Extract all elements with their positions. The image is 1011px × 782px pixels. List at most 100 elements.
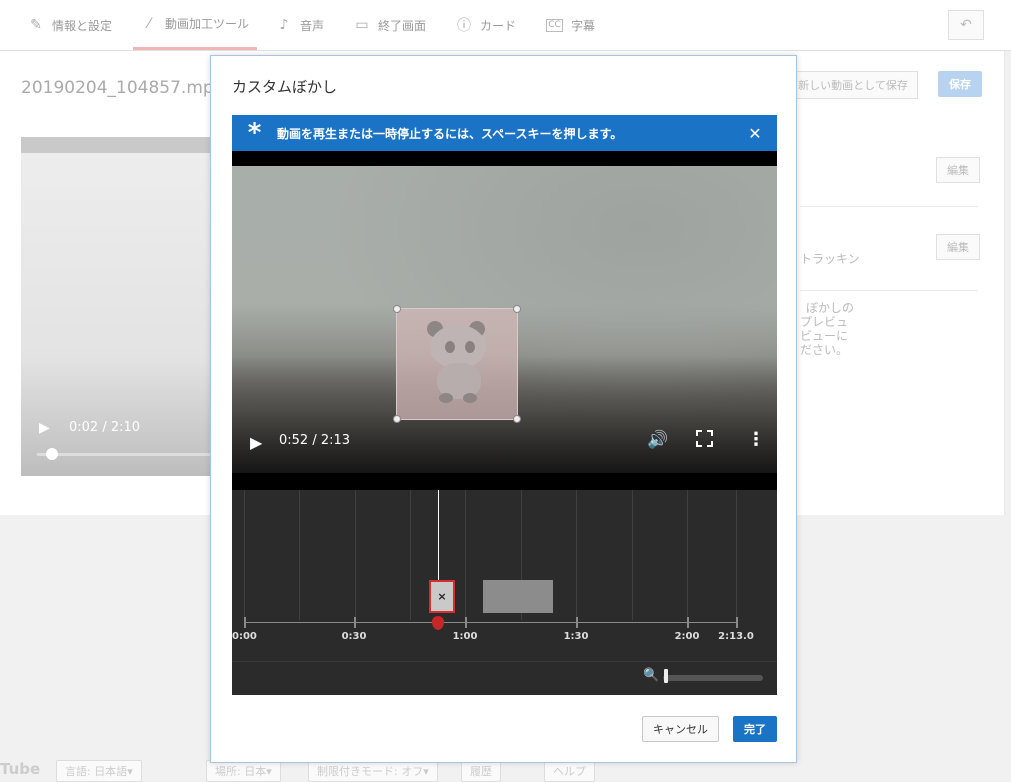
music-note-icon: ♪ xyxy=(279,17,289,33)
side-text-line: ビューに xyxy=(800,329,849,343)
restricted-label: 制限付きモード: オフ xyxy=(317,765,424,778)
play-icon[interactable]: ▶ xyxy=(250,433,262,452)
playhead-marker[interactable] xyxy=(432,616,444,630)
end-screen-icon: ▭ xyxy=(355,17,369,33)
fullscreen-icon[interactable] xyxy=(696,430,713,447)
more-options-icon[interactable]: ⋮ xyxy=(747,429,765,450)
blur-segment[interactable] xyxy=(483,580,553,613)
panda-eye xyxy=(445,341,455,353)
tab-subtitles[interactable]: CC 字幕 xyxy=(546,0,595,50)
side-text-line: ださい。 xyxy=(800,343,849,357)
timeline-tick xyxy=(244,617,246,628)
tracking-text: トラッキン xyxy=(800,252,860,266)
help-button[interactable]: ヘルプ xyxy=(544,760,595,782)
undo-icon: ↶ xyxy=(960,17,972,33)
timeline-gridline xyxy=(632,490,633,620)
tab-label: 情報と設定 xyxy=(52,18,113,33)
language-button[interactable]: 言語: 日本語 ▾ xyxy=(56,760,142,782)
youtube-logo[interactable]: Tube xyxy=(0,760,40,778)
background-progress-track[interactable] xyxy=(37,453,211,456)
timeline-tick xyxy=(465,617,467,628)
timeline-playhead[interactable] xyxy=(438,490,439,582)
resize-handle-bottom-right[interactable] xyxy=(513,415,521,423)
save-button[interactable]: 保存 xyxy=(938,71,982,97)
resize-handle-top-right[interactable] xyxy=(513,305,521,313)
timeline-label: 0:00 xyxy=(232,631,257,642)
timeline-divider xyxy=(232,661,777,662)
background-video-time: 0:02 / 2:10 xyxy=(69,420,141,435)
pencil-icon: ✎ xyxy=(30,17,42,33)
tab-audio[interactable]: ♪ 音声 xyxy=(276,0,324,50)
magic-wand-icon: ⁄ xyxy=(147,15,151,32)
dialog-title: カスタムぼかし xyxy=(232,78,338,96)
help-label: ヘルプ xyxy=(553,765,586,778)
location-button[interactable]: 場所: 日本 ▾ xyxy=(206,760,281,782)
side-text-line: ぼかしの xyxy=(806,301,855,315)
edit-button[interactable]: 編集 xyxy=(936,234,980,260)
restricted-mode-button[interactable]: 制限付きモード: オフ ▾ xyxy=(308,760,438,782)
edit-button[interactable]: 編集 xyxy=(936,157,980,183)
history-button[interactable]: 履歴 xyxy=(461,760,501,782)
blur-segment-selected[interactable]: × xyxy=(429,580,455,613)
info-icon: ⓘ xyxy=(457,18,471,34)
undo-button[interactable]: ↶ xyxy=(948,10,984,40)
play-icon[interactable]: ▶ xyxy=(39,420,50,436)
file-title: 20190204_104857.mp4 xyxy=(21,78,225,98)
zoom-slider-knob[interactable] xyxy=(664,669,668,683)
asterisk-icon: * xyxy=(247,118,262,148)
video-frame[interactable] xyxy=(232,166,777,473)
volume-icon[interactable]: 🔊 xyxy=(647,430,668,450)
video-player[interactable]: ▶ 0:52 / 2:13 🔊 ⋮ xyxy=(232,151,777,490)
timeline-gridline xyxy=(465,490,466,620)
background-progress-knob[interactable] xyxy=(46,448,58,460)
panda-foot xyxy=(463,393,477,403)
timeline-tick xyxy=(736,617,738,628)
timeline-gridline xyxy=(687,490,688,620)
timeline-tick xyxy=(576,617,578,628)
top-navigation: ✎ 情報と設定 ⁄ 動画加工ツール ♪ 音声 ▭ 終了画面 ⓘ カード CC 字… xyxy=(0,0,1011,51)
timeline-gridline xyxy=(299,490,300,620)
zoom-search-icon: 🔍 xyxy=(643,668,660,683)
blur-timeline[interactable]: × 🔍 0:00 0:30 1:00 1:30 2:00 2:13.0 xyxy=(232,490,777,695)
timeline-gridline xyxy=(736,490,737,620)
divider xyxy=(800,206,978,207)
location-label: 場所: 日本 xyxy=(215,765,267,778)
timeline-tick xyxy=(354,617,356,628)
player-time: 0:52 / 2:13 xyxy=(279,433,351,448)
cancel-button[interactable]: キャンセル xyxy=(642,716,719,742)
zoom-slider-track[interactable] xyxy=(663,675,763,681)
save-as-new-button[interactable]: 新しい動画として保存 xyxy=(788,71,918,99)
close-icon[interactable]: ✕ xyxy=(733,124,777,143)
info-banner: * 動画を再生または一時停止するには、スペースキーを押します。 ✕ xyxy=(232,115,777,151)
segment-close-icon[interactable]: × xyxy=(437,590,446,603)
custom-blur-dialog: カスタムぼかし * 動画を再生または一時停止するには、スペースキーを押します。 … xyxy=(210,55,797,763)
timeline-label: 0:30 xyxy=(341,631,367,642)
panda-foot xyxy=(439,393,453,403)
tab-cards[interactable]: ⓘ カード xyxy=(456,0,516,50)
done-button[interactable]: 完了 xyxy=(733,716,777,742)
timeline-gridline xyxy=(576,490,577,620)
tab-label: 字幕 xyxy=(571,18,596,33)
timeline-gridline xyxy=(355,490,356,620)
tab-label: 音声 xyxy=(300,18,325,33)
resize-handle-top-left[interactable] xyxy=(393,305,401,313)
side-text-line: プレビュ xyxy=(800,315,849,329)
tab-label: 終了画面 xyxy=(378,18,427,33)
tab-end-screen[interactable]: ▭ 終了画面 xyxy=(354,0,426,50)
tab-label: 動画加工ツール xyxy=(165,17,250,31)
language-label: 言語: 日本語 xyxy=(65,765,128,778)
panda-eye xyxy=(465,341,475,353)
tab-label: カード xyxy=(480,18,517,33)
timeline-tick xyxy=(687,617,689,628)
timeline-label: 2:13.0 xyxy=(718,631,754,642)
blur-region[interactable] xyxy=(393,305,521,423)
banner-text: 動画を再生または一時停止するには、スペースキーを押します。 xyxy=(277,126,623,141)
tab-video-tools[interactable]: ⁄ 動画加工ツール xyxy=(133,0,258,50)
resize-handle-bottom-left[interactable] xyxy=(393,415,401,423)
divider xyxy=(800,290,978,291)
timeline-gridline xyxy=(410,490,411,620)
timeline-label: 1:00 xyxy=(452,631,478,642)
timeline-label: 2:00 xyxy=(674,631,700,642)
timeline-label: 1:30 xyxy=(563,631,589,642)
tab-info-settings[interactable]: ✎ 情報と設定 xyxy=(28,0,112,50)
